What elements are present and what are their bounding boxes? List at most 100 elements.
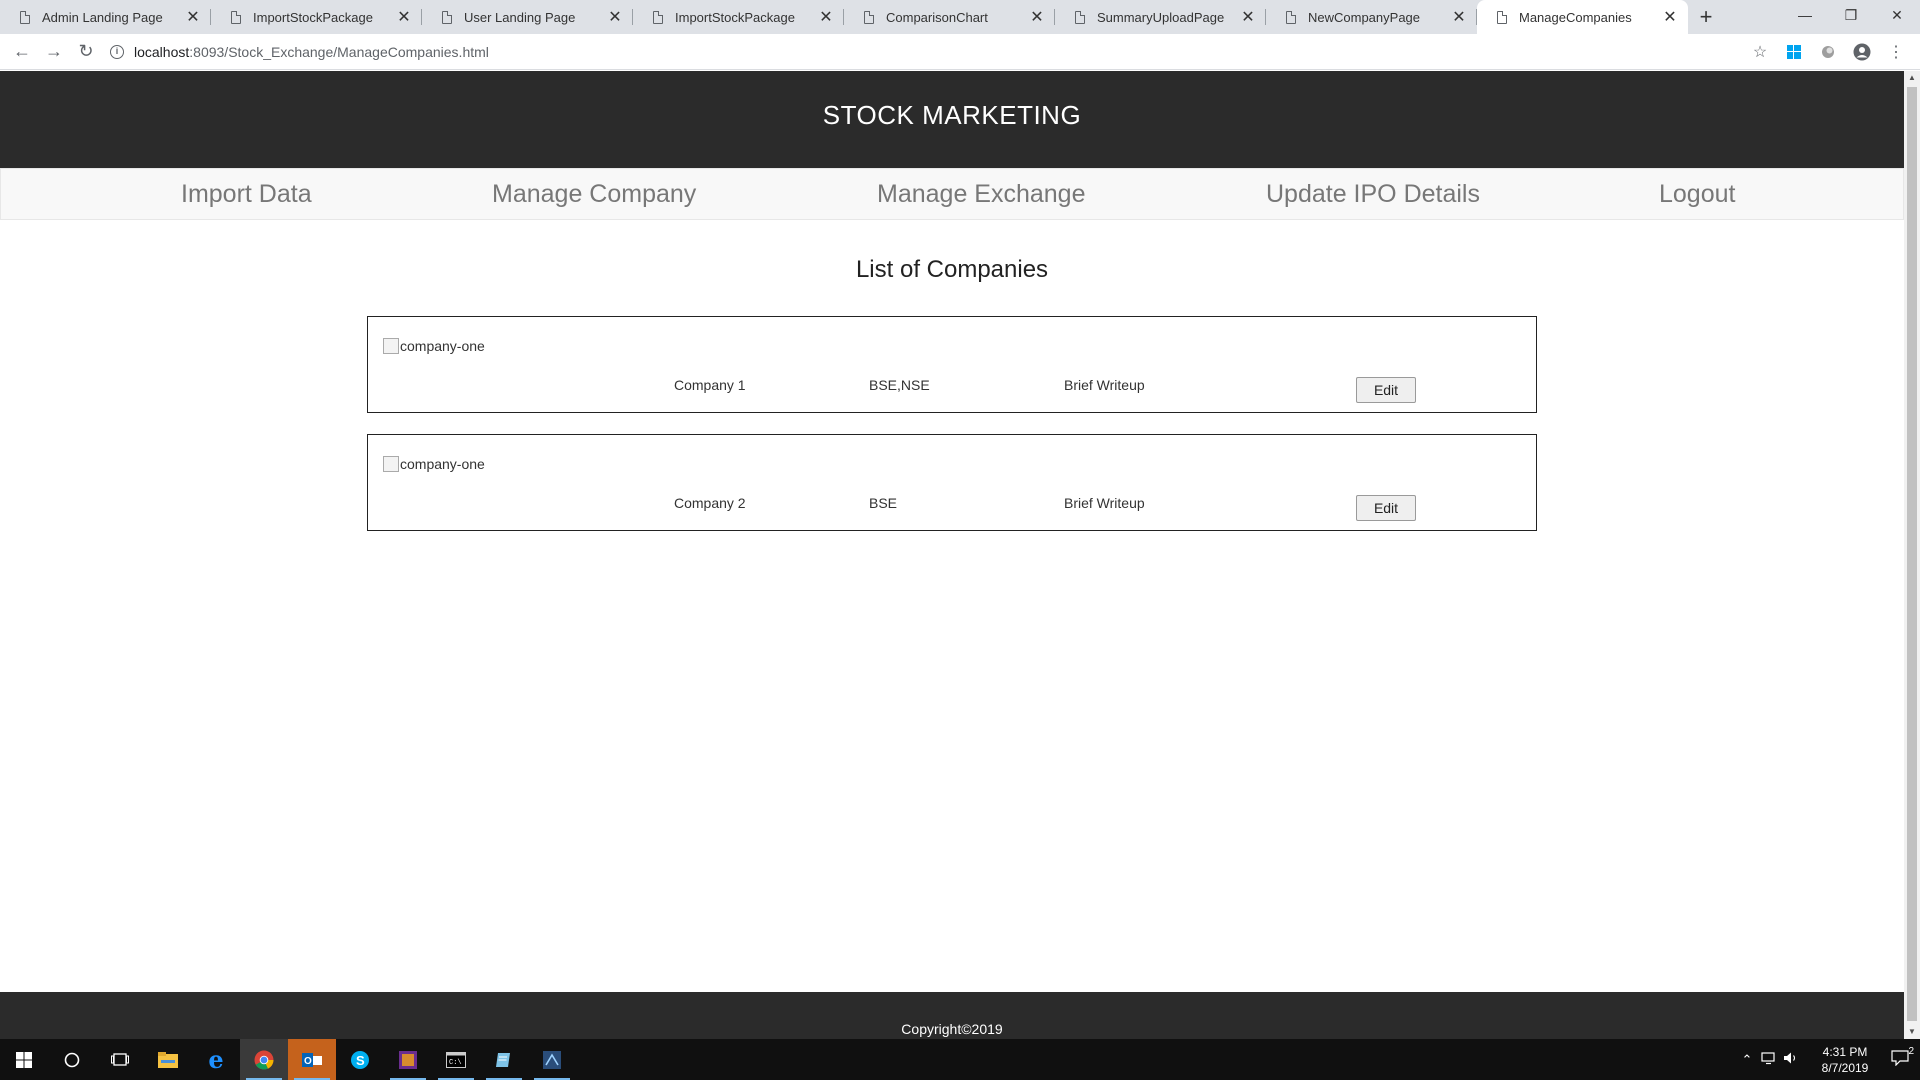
tab-title: ManageCompanies: [1519, 9, 1632, 25]
browser-tab[interactable]: SummaryUploadPage ✕: [1055, 0, 1266, 34]
page-icon: [20, 10, 30, 24]
nav-logout[interactable]: Logout: [1659, 169, 1735, 221]
windows-start-icon[interactable]: [0, 1039, 48, 1080]
edit-button[interactable]: Edit: [1356, 377, 1416, 403]
profile-avatar-icon[interactable]: [1852, 42, 1872, 62]
nav-manage-company[interactable]: Manage Company: [492, 169, 696, 221]
chrome-browser-icon[interactable]: [240, 1039, 288, 1080]
broken-image-icon: [383, 338, 399, 354]
close-icon[interactable]: ✕: [1027, 7, 1047, 27]
copyright-text: Copyright©2019: [901, 1021, 1003, 1037]
outlook-icon[interactable]: O: [288, 1039, 336, 1080]
bookmark-star-icon[interactable]: ☆: [1750, 42, 1770, 62]
extension-circle-icon[interactable]: [1818, 42, 1838, 62]
restore-icon[interactable]: ❐: [1828, 0, 1874, 30]
menu-kebab-icon[interactable]: ⋮: [1886, 42, 1906, 62]
company-name: Company 2: [674, 495, 746, 511]
network-icon[interactable]: [1758, 1051, 1780, 1068]
reload-icon[interactable]: ↻: [70, 36, 102, 68]
logo-alt-text: company-one: [400, 456, 485, 472]
page-icon: [1286, 10, 1296, 24]
app-purple-icon[interactable]: [384, 1039, 432, 1080]
address-bar[interactable]: i localhost:8093/Stock_Exchange/ManageCo…: [110, 37, 1750, 67]
new-tab-icon[interactable]: +: [1688, 0, 1724, 34]
edit-button[interactable]: Edit: [1356, 495, 1416, 521]
close-icon[interactable]: ✕: [1449, 7, 1469, 27]
back-arrow-icon[interactable]: ←: [6, 36, 38, 68]
site-navbar: Import Data Manage Company Manage Exchan…: [0, 168, 1904, 220]
company-logo-image: company-one: [383, 456, 485, 472]
nav-import-data[interactable]: Import Data: [181, 169, 312, 221]
scrollbar-thumb[interactable]: [1907, 87, 1917, 1021]
site-header: STOCK MARKETING: [0, 71, 1904, 168]
scroll-up-arrow-icon[interactable]: ▲: [1904, 71, 1920, 85]
tab-title: Admin Landing Page: [42, 9, 163, 25]
forward-arrow-icon[interactable]: →: [38, 36, 70, 68]
notification-count: 2: [1908, 1046, 1914, 1057]
command-prompt-icon[interactable]: C:\: [432, 1039, 480, 1080]
edge-browser-icon[interactable]: e: [192, 1039, 240, 1080]
company-card: company-one Company 1 BSE,NSE Brief Writ…: [367, 316, 1537, 413]
site-footer: Copyright©2019: [0, 992, 1904, 1039]
browser-tab[interactable]: Admin Landing Page ✕: [0, 0, 211, 34]
tab-title: User Landing Page: [464, 9, 576, 25]
window-close-icon[interactable]: ✕: [1874, 0, 1920, 30]
tab-title: NewCompanyPage: [1308, 9, 1421, 25]
ide-app-icon[interactable]: [528, 1039, 576, 1080]
windows-extension-icon[interactable]: [1784, 42, 1804, 62]
browser-tab[interactable]: ImportStockPackage ✕: [211, 0, 422, 34]
site-info-icon[interactable]: i: [110, 44, 124, 59]
system-tray: ⌃ 4:31 PM 8/7/2019 2: [1736, 1039, 1920, 1080]
page-viewport: STOCK MARKETING Import Data Manage Compa…: [0, 71, 1904, 1039]
svg-text:O: O: [304, 1056, 312, 1067]
system-clock[interactable]: 4:31 PM 8/7/2019: [1810, 1044, 1880, 1076]
browser-tab[interactable]: NewCompanyPage ✕: [1266, 0, 1477, 34]
notepad-icon[interactable]: [480, 1039, 528, 1080]
skype-icon[interactable]: S: [336, 1039, 384, 1080]
volume-icon[interactable]: [1780, 1051, 1802, 1068]
page-scrollbar[interactable]: ▲ ▼: [1904, 71, 1920, 1039]
clock-time: 4:31 PM: [1822, 1044, 1868, 1059]
url-path: :8093/Stock_Exchange/ManageCompanies.htm…: [189, 43, 489, 60]
site-title: STOCK MARKETING: [822, 100, 1082, 130]
browser-tabstrip: Admin Landing Page ✕ ImportStockPackage ✕ …: [0, 0, 1920, 34]
company-writeup: Brief Writeup: [1064, 495, 1145, 511]
close-icon[interactable]: ✕: [605, 7, 625, 27]
browser-tab-active[interactable]: ManageCompanies ✕: [1477, 0, 1688, 34]
tab-title: SummaryUploadPage: [1097, 9, 1225, 25]
clock-date: 8/7/2019: [1821, 1060, 1869, 1075]
close-icon[interactable]: ✕: [1238, 7, 1258, 27]
close-icon[interactable]: ✕: [394, 7, 414, 27]
browser-tab[interactable]: ComparisonChart ✕: [844, 0, 1055, 34]
browser-tab[interactable]: ImportStockPackage ✕: [633, 0, 844, 34]
cortana-search-icon[interactable]: [48, 1039, 96, 1080]
close-icon[interactable]: ✕: [816, 7, 836, 27]
close-icon[interactable]: ✕: [183, 7, 203, 27]
tab-title: ImportStockPackage: [675, 9, 795, 25]
company-name: Company 1: [674, 377, 746, 393]
page-icon: [1075, 10, 1085, 24]
scroll-down-arrow-icon[interactable]: ▼: [1904, 1025, 1920, 1039]
nav-update-ipo-details[interactable]: Update IPO Details: [1266, 169, 1480, 221]
tab-title: ImportStockPackage: [253, 9, 373, 25]
file-explorer-icon[interactable]: [144, 1039, 192, 1080]
company-logo-image: company-one: [383, 338, 485, 354]
minimize-icon[interactable]: —: [1782, 0, 1828, 30]
company-writeup: Brief Writeup: [1064, 377, 1145, 393]
windows-taskbar: e O S C:\ ⌃ 4:31 PM 8/7/2019 2: [0, 1039, 1920, 1080]
nav-manage-exchange[interactable]: Manage Exchange: [877, 169, 1085, 221]
close-icon[interactable]: ✕: [1660, 7, 1680, 27]
tab-title: ComparisonChart: [886, 9, 988, 25]
notifications-icon[interactable]: 2: [1880, 1046, 1920, 1069]
broken-image-icon: [383, 456, 399, 472]
page-icon: [864, 10, 874, 24]
company-exchanges: BSE,NSE: [869, 377, 930, 393]
page-icon: [1497, 10, 1507, 24]
svg-text:C:\: C:\: [449, 1059, 462, 1067]
company-exchanges: BSE: [869, 495, 898, 511]
task-view-icon[interactable]: [96, 1039, 144, 1080]
chevron-up-icon[interactable]: ⌃: [1736, 1052, 1758, 1068]
page-icon: [653, 10, 663, 24]
logo-alt-text: company-one: [400, 338, 485, 354]
browser-tab[interactable]: User Landing Page ✕: [422, 0, 633, 34]
